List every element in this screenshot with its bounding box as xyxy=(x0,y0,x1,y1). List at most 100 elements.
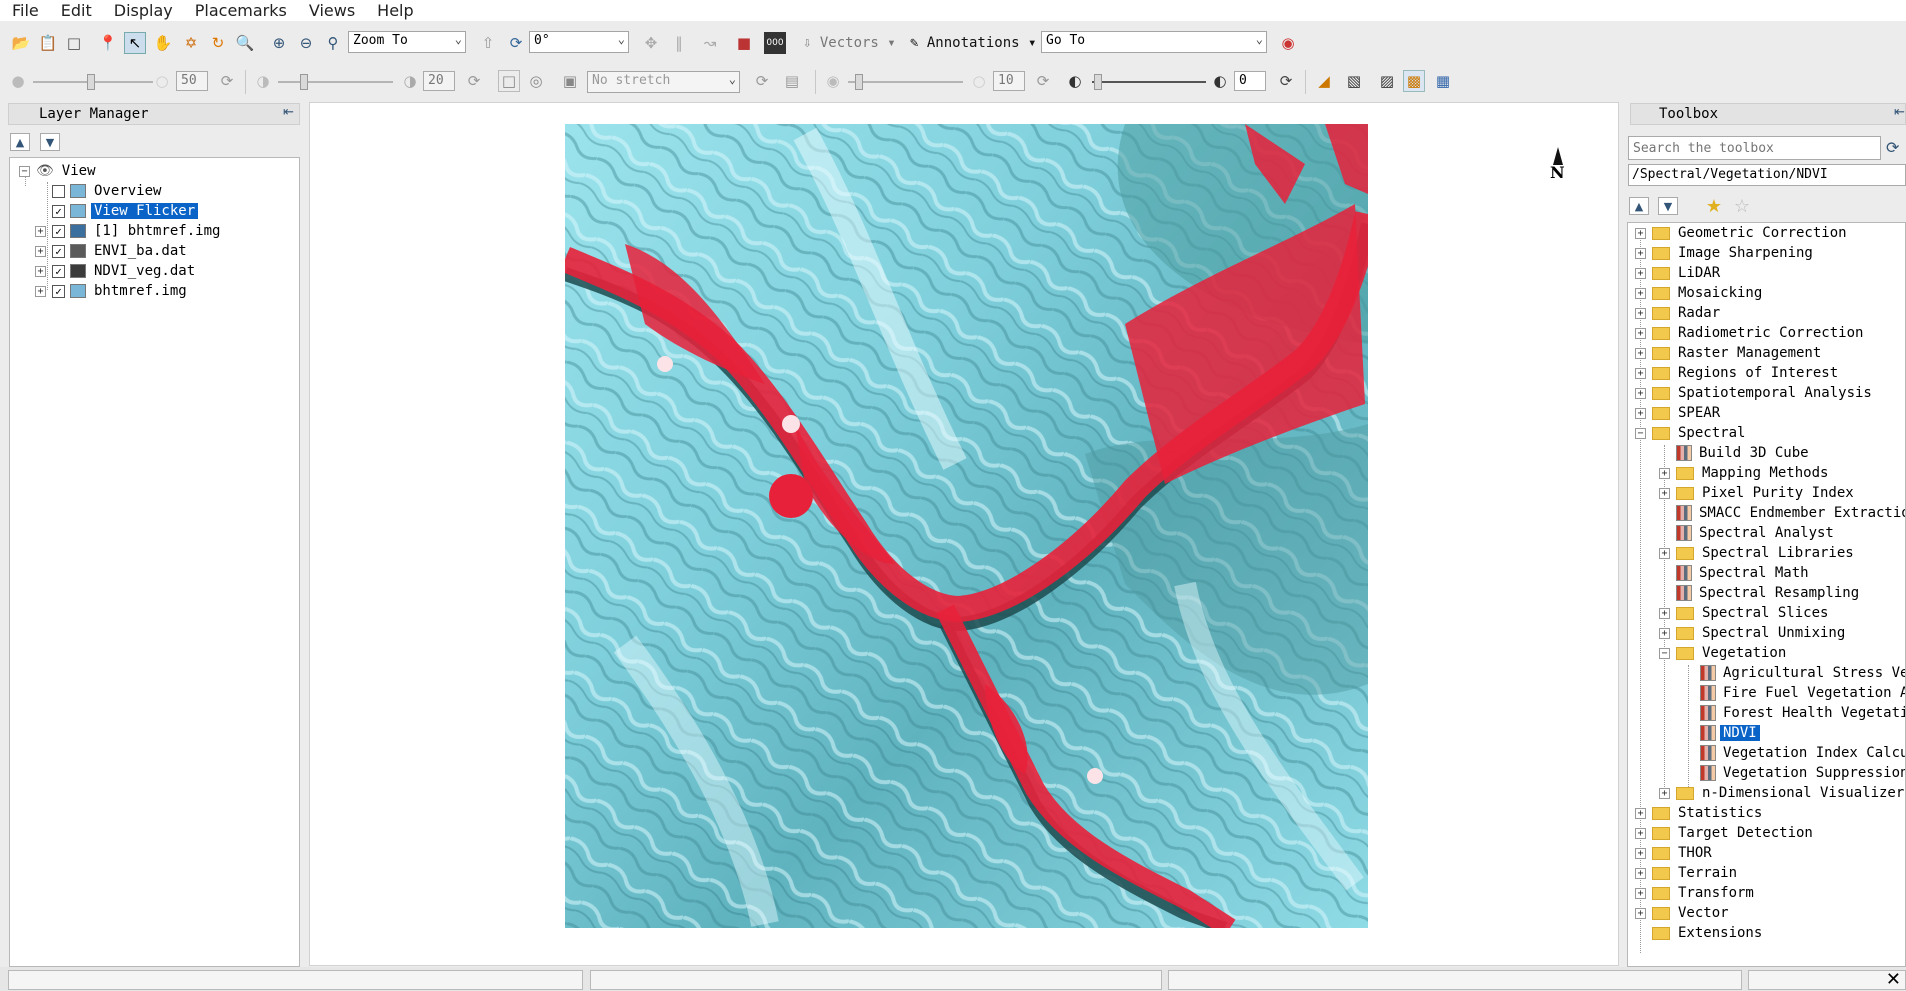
toolbox-tool[interactable]: Spectral Resampling xyxy=(1659,583,1862,603)
swipe-icon[interactable]: ▧ xyxy=(1343,70,1365,92)
layer-item[interactable]: +✓View Flicker xyxy=(35,201,199,221)
vectors-menu[interactable]: ⇩ Vectors ▾ xyxy=(803,35,896,51)
expand-icon[interactable]: + xyxy=(1635,247,1646,259)
dock-icon[interactable]: ⇤ xyxy=(283,105,294,120)
expand-icon[interactable]: + xyxy=(1635,887,1646,899)
clipboard-icon[interactable]: 📋 xyxy=(37,32,59,54)
expand-icon[interactable]: + xyxy=(1635,307,1646,319)
reset-transparency-icon[interactable]: ⟳ xyxy=(1275,70,1297,92)
layer-item[interactable]: + ✓ ENVI_ba.dat xyxy=(35,241,190,261)
layer-tree-root[interactable]: − 👁 View xyxy=(19,161,99,181)
toolbox-tool[interactable]: Spectral Analyst xyxy=(1659,523,1837,543)
layer-checkbox[interactable]: ✓ xyxy=(52,284,65,298)
transparency-slider-thumb[interactable] xyxy=(1094,74,1102,90)
brightness-slider-thumb[interactable] xyxy=(87,74,95,90)
layer-item[interactable]: + ✓ NDVI_veg.dat xyxy=(35,261,198,281)
expand-icon[interactable]: + xyxy=(1635,807,1646,819)
toolbox-tool[interactable]: Spectral Math xyxy=(1659,563,1812,583)
layer-checkbox[interactable]: ✓ xyxy=(52,244,65,258)
expand-icon[interactable]: + xyxy=(1659,547,1670,559)
toolbox-folder[interactable]: + SPEAR xyxy=(1635,403,1723,423)
toolbox-folder[interactable]: Extensions xyxy=(1635,923,1765,943)
stretch-region-icon[interactable]: □ xyxy=(498,70,520,92)
toolbox-folder[interactable]: − Spectral xyxy=(1635,423,1748,443)
layer-item[interactable]: + ✓ bhtmref.img xyxy=(35,281,190,301)
toolbox-tool[interactable]: SMACC Endmember Extraction xyxy=(1659,503,1905,523)
menu-display[interactable]: Display xyxy=(102,1,183,20)
toolbox-tool[interactable]: Forest Health Vegetation xyxy=(1683,703,1905,723)
expand-icon[interactable]: + xyxy=(1635,267,1646,279)
toolbox-tool[interactable]: Build 3D Cube xyxy=(1659,443,1812,463)
zoom-in-icon[interactable]: ⊕ xyxy=(268,32,290,54)
toolbox-tool[interactable]: Fire Fuel Vegetation A xyxy=(1683,683,1905,703)
flicker-icon[interactable]: ▩ xyxy=(1403,70,1425,92)
toolbox-tool[interactable]: Vegetation Suppression xyxy=(1683,763,1905,783)
toolbox-folder[interactable]: + n-Dimensional Visualizer xyxy=(1659,783,1905,803)
contrast-value[interactable]: 20 xyxy=(423,71,455,91)
rotate-north-icon[interactable]: ⇧ xyxy=(477,32,499,54)
histogram-icon[interactable]: ▤ xyxy=(781,70,803,92)
expand-icon[interactable]: + xyxy=(1659,787,1670,799)
expand-icon[interactable]: + xyxy=(1659,607,1670,619)
toolbox-folder[interactable]: + Spectral Libraries xyxy=(1659,543,1857,563)
dock-icon[interactable]: ⇤ xyxy=(1894,105,1905,120)
expand-icon[interactable]: + xyxy=(1635,387,1646,399)
open-icon[interactable]: 📂 xyxy=(10,32,32,54)
expand-icon[interactable]: + xyxy=(1659,467,1670,479)
view-link-icon[interactable]: ▦ xyxy=(1432,70,1454,92)
toolbox-search-input[interactable] xyxy=(1628,136,1881,160)
layer-checkbox[interactable]: ✓ xyxy=(52,224,65,238)
menu-help[interactable]: Help xyxy=(365,1,423,20)
toolbox-folder[interactable]: + LiDAR xyxy=(1635,263,1723,283)
cursor-value-icon[interactable]: ↝ xyxy=(699,32,721,54)
fly-icon[interactable]: ✡ xyxy=(180,32,202,54)
crop-icon[interactable]: □ xyxy=(63,32,85,54)
collapse-icon[interactable]: − xyxy=(19,165,30,177)
expand-icon[interactable]: + xyxy=(1659,487,1670,499)
expand-icon[interactable]: + xyxy=(1659,627,1670,639)
select-cursor-icon[interactable]: ↖ xyxy=(124,32,146,54)
expand-icon[interactable]: + xyxy=(35,285,46,297)
reset-contrast-icon[interactable]: ⟳ xyxy=(463,70,485,92)
portal-icon[interactable]: ◢ xyxy=(1313,70,1335,92)
expand-icon[interactable]: + xyxy=(1635,327,1646,339)
toolbox-tool[interactable]: Agricultural Stress Ve xyxy=(1683,663,1905,683)
stretch-type-icon[interactable]: ▣ xyxy=(559,70,581,92)
satellite-image[interactable] xyxy=(565,124,1368,928)
toolbox-folder[interactable]: + Spatiotemporal Analysis xyxy=(1635,383,1875,403)
expand-all-icon[interactable]: ▼ xyxy=(1658,197,1678,215)
expand-icon[interactable]: + xyxy=(1635,847,1646,859)
collapse-icon[interactable]: − xyxy=(1659,647,1670,659)
collapse-icon[interactable]: − xyxy=(1635,427,1646,439)
expand-icon[interactable]: + xyxy=(1635,407,1646,419)
menu-file[interactable]: File xyxy=(0,1,49,20)
roi-icon[interactable]: ■ xyxy=(733,32,755,54)
expand-icon[interactable]: + xyxy=(1635,827,1646,839)
layer-item[interactable]: +Overview xyxy=(35,181,164,201)
toolbox-folder[interactable]: + Regions of Interest xyxy=(1635,363,1841,383)
toolbox-folder[interactable]: + Statistics xyxy=(1635,803,1765,823)
toolbox-folder[interactable]: + Target Detection xyxy=(1635,823,1816,843)
crosshair-icon[interactable]: ✥ xyxy=(640,32,662,54)
refresh-stretch-icon[interactable]: ⟳ xyxy=(751,70,773,92)
expand-icon[interactable]: + xyxy=(1635,867,1646,879)
expand-icon[interactable]: + xyxy=(35,245,46,257)
annotations-menu[interactable]: ✎ Annotations ▾ xyxy=(910,35,1036,51)
measure-icon[interactable]: ‖ xyxy=(668,32,690,54)
toolbox-folder[interactable]: + Radiometric Correction xyxy=(1635,323,1866,343)
add-favorite-star-icon[interactable]: ☆ xyxy=(1731,195,1753,217)
menu-placemarks[interactable]: Placemarks xyxy=(183,1,297,20)
expand-icon[interactable]: + xyxy=(1635,347,1646,359)
toolbox-folder[interactable]: + Vector xyxy=(1635,903,1732,923)
reset-brightness-icon[interactable]: ⟳ xyxy=(216,70,238,92)
expand-icon[interactable]: + xyxy=(1635,367,1646,379)
toolbox-folder[interactable]: + Pixel Purity Index xyxy=(1659,483,1857,503)
toolbox-folder[interactable]: + Terrain xyxy=(1635,863,1740,883)
layer-checkbox[interactable]: ✓ xyxy=(52,264,65,278)
zoom-fit-icon[interactable]: ⚲ xyxy=(322,32,344,54)
toolbox-folder[interactable]: + Image Sharpening xyxy=(1635,243,1816,263)
record-icon[interactable]: ◉ xyxy=(1277,32,1299,54)
expand-icon[interactable]: + xyxy=(35,265,46,277)
contrast-slider-thumb[interactable] xyxy=(300,74,308,90)
pan-hand-icon[interactable]: ✋ xyxy=(152,32,174,54)
